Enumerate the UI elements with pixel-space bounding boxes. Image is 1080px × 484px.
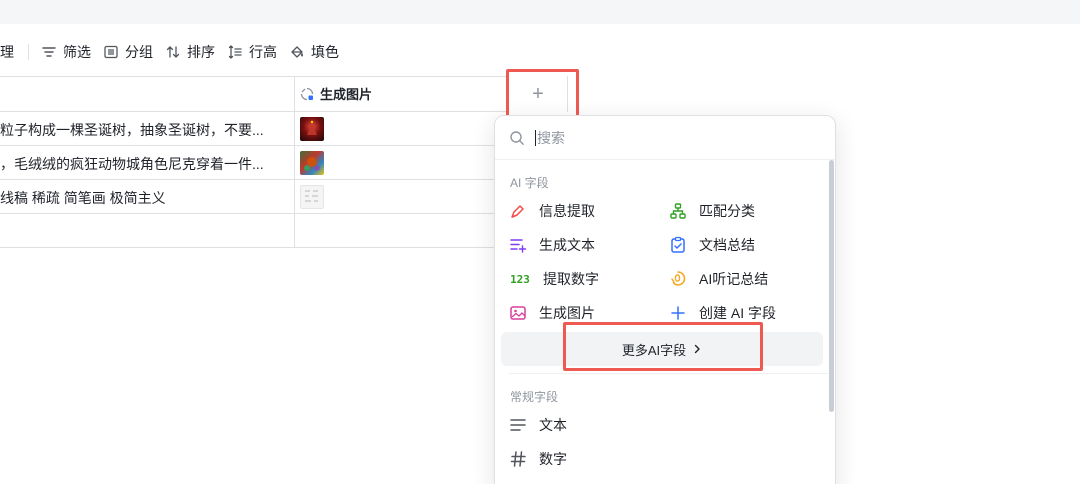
text-sparkle-icon [509, 236, 527, 254]
ai-field-extract-number[interactable]: 123 提取数字 [509, 266, 599, 292]
ai-field-info-extract[interactable]: 信息提取 [509, 198, 595, 224]
lines-icon [509, 416, 527, 434]
ai-field-label: 信息提取 [539, 203, 595, 219]
add-column-button[interactable]: + [508, 76, 568, 112]
toolbar-row-height-button[interactable]: 行高 [221, 38, 283, 66]
toolbar-group-label: 分组 [125, 44, 153, 60]
regular-section-title: 常规字段 [510, 390, 559, 404]
row-height-icon [227, 44, 243, 60]
toolbar-sort-label: 排序 [187, 44, 215, 60]
column-header-generate-image[interactable]: 生成图片 [300, 84, 372, 103]
text-caret [535, 130, 536, 146]
dropdown-scrollbar[interactable] [829, 160, 834, 412]
table-row-border [0, 111, 508, 112]
field-type-number[interactable]: 数字 [509, 446, 567, 472]
ai-field-label: 提取数字 [543, 271, 599, 287]
clipboard-icon [669, 236, 687, 254]
plus-icon [669, 304, 687, 322]
field-type-label: 数字 [539, 451, 567, 467]
hash-icon [509, 450, 527, 468]
ai-field-label: 生成文本 [539, 237, 595, 253]
toolbar-fill-label: 填色 [311, 44, 339, 60]
table-row-border [0, 179, 494, 180]
field-type-label: 文本 [539, 417, 567, 433]
toolbar-sort-button[interactable]: 排序 [159, 38, 221, 66]
toolbar-fill-button[interactable]: 填色 [283, 38, 345, 66]
view-toolbar: 理 筛选 分组 排序 行高 填色 [0, 36, 345, 68]
generated-image-thumbnail[interactable] [300, 117, 324, 141]
toolbar-manage-button[interactable]: 理 [0, 38, 20, 66]
section-divider [509, 373, 831, 374]
ai-field-generate-text[interactable]: 生成文本 [509, 232, 595, 258]
table-cell-prompt[interactable]: 线稿 稀疏 简笔画 极简主义 [0, 188, 290, 208]
table-row-border [0, 145, 494, 146]
ai-field-match-category[interactable]: 匹配分类 [669, 198, 755, 224]
toolbar-divider [28, 44, 29, 60]
field-type-text[interactable]: 文本 [509, 412, 567, 438]
image-icon [509, 304, 527, 322]
ai-field-create-custom[interactable]: 创建 AI 字段 [669, 300, 776, 326]
generated-image-thumbnail[interactable] [300, 151, 324, 175]
paint-bucket-icon [289, 44, 305, 60]
number-icon: 123 [510, 272, 530, 286]
sort-icon [165, 44, 181, 60]
search-icon [509, 130, 525, 146]
table-cell-prompt[interactable]: 粒子构成一棵圣诞树，抽象圣诞树，不要... [0, 120, 290, 140]
add-field-dropdown: 搜索 AI 字段 信息提取 生成文本 123 提取数字 生成图片 匹配分类 文档… [494, 115, 836, 484]
field-search-box[interactable]: 搜索 [509, 128, 565, 148]
filter-icon [41, 44, 57, 60]
ai-image-field-icon [300, 87, 314, 101]
ai-field-minutes-summary[interactable]: AI听记总结 [669, 266, 768, 292]
top-band [0, 0, 1080, 24]
tree-icon [669, 202, 687, 220]
more-ai-fields-button[interactable]: 更多AI字段 [501, 332, 823, 366]
table-bottom-border [0, 247, 494, 248]
ai-field-doc-summary[interactable]: 文档总结 [669, 232, 755, 258]
toolbar-filter-label: 筛选 [63, 44, 91, 60]
table-cell-prompt[interactable]: ，毛绒绒的疯狂动物城角色尼克穿着一件... [0, 154, 290, 174]
column-header-label: 生成图片 [320, 87, 373, 102]
ai-field-label: 匹配分类 [699, 203, 755, 219]
chevron-right-icon [692, 344, 702, 354]
column-divider [294, 76, 295, 248]
table-row-border [0, 213, 494, 214]
ai-field-label: 创建 AI 字段 [699, 305, 777, 321]
search-divider [495, 159, 835, 160]
search-placeholder: 搜索 [537, 130, 565, 146]
ai-field-generate-image[interactable]: 生成图片 [509, 300, 595, 326]
toolbar-group-button[interactable]: 分组 [97, 38, 159, 66]
ai-field-label: 生成图片 [539, 305, 595, 321]
toolbar-manage-label: 理 [0, 44, 14, 60]
pen-icon [509, 202, 527, 220]
group-icon [103, 44, 119, 60]
ai-field-label: 文档总结 [699, 237, 755, 253]
ai-section-title: AI 字段 [510, 176, 549, 190]
toolbar-filter-button[interactable]: 筛选 [35, 38, 97, 66]
more-ai-fields-label: 更多AI字段 [621, 342, 687, 358]
mic-icon [669, 270, 687, 288]
toolbar-row-height-label: 行高 [249, 44, 277, 60]
generated-image-thumbnail[interactable] [300, 185, 324, 209]
ai-field-label: AI听记总结 [699, 271, 769, 287]
table-header-top-border [0, 76, 508, 77]
